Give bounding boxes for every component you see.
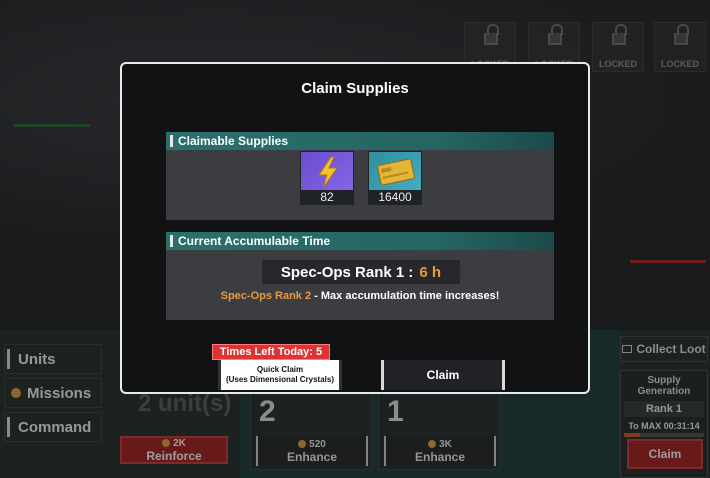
claim-supplies-dialog: Claim Supplies Claimable Supplies 82 164… (120, 62, 590, 394)
next-rank-note: Spec-Ops Rank 2 - Max accumulation time … (220, 290, 500, 302)
lightning-icon (318, 156, 338, 189)
claim-button[interactable]: Claim (381, 360, 505, 390)
accumulable-time-section: Current Accumulable Time Spec-Ops Rank 1… (166, 232, 554, 320)
dialog-title: Claim Supplies (301, 80, 409, 97)
times-left-badge: Times Left Today: 5 (212, 344, 330, 360)
claimable-supplies-section: Claimable Supplies 82 16400 (166, 132, 554, 220)
quick-claim-button[interactable]: Quick Claim (Uses Dimensional Crystals) (218, 360, 342, 390)
credit-item[interactable]: 16400 (368, 151, 422, 205)
credit-card-icon (377, 158, 415, 186)
spec-ops-rank: Spec-Ops Rank 1 : 6 h (262, 260, 460, 284)
section-header: Current Accumulable Time (178, 234, 331, 248)
energy-item[interactable]: 82 (300, 151, 354, 205)
section-header: Claimable Supplies (178, 134, 289, 148)
